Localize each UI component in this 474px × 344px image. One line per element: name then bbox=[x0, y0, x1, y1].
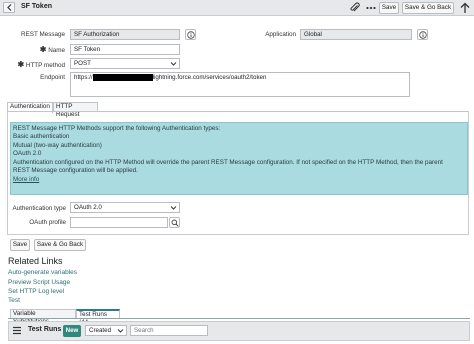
info-line: REST Message HTTP Methods support the fo… bbox=[13, 125, 221, 132]
test-runs-title: Test Runs bbox=[28, 326, 62, 333]
new-button[interactable]: New bbox=[63, 325, 81, 337]
oauth-profile-field[interactable] bbox=[70, 217, 168, 228]
application-label: Application bbox=[265, 31, 296, 38]
search-field-select[interactable]: Created bbox=[85, 325, 127, 336]
hamburger-menu-icon[interactable] bbox=[12, 326, 22, 335]
name-field[interactable]: SF Token bbox=[70, 44, 180, 55]
info-line: OAuth 2.0 bbox=[13, 150, 42, 158]
page-title: SF Token bbox=[21, 3, 52, 10]
http-method-select[interactable]: POST bbox=[70, 58, 180, 69]
required-icon: ✱ bbox=[17, 60, 25, 69]
endpoint-prefix: https:// bbox=[74, 74, 93, 81]
search-input[interactable] bbox=[130, 325, 208, 336]
required-icon: ✱ bbox=[39, 45, 47, 54]
application-info-button[interactable] bbox=[417, 29, 428, 40]
http-method-label-text: HTTP method bbox=[25, 62, 65, 69]
oauth-profile-lookup-button[interactable] bbox=[169, 217, 180, 228]
form-header: SF Token Save Save & Go Back bbox=[0, 0, 474, 16]
save-button[interactable]: Save bbox=[379, 2, 399, 14]
rest-message-field[interactable]: SF Authorization bbox=[70, 29, 180, 40]
http-method-value: POST bbox=[74, 60, 91, 67]
link-test[interactable]: Test bbox=[8, 297, 20, 304]
chevron-down-icon bbox=[170, 62, 177, 66]
info-icon bbox=[187, 31, 195, 39]
save-go-back-button[interactable]: Save & Go Back bbox=[402, 2, 454, 14]
search-icon bbox=[171, 219, 179, 227]
search-field-value: Created bbox=[89, 327, 112, 334]
more-info-link[interactable]: More info bbox=[13, 176, 465, 184]
arrow-up-icon[interactable] bbox=[459, 2, 471, 14]
authentication-type-select[interactable]: OAuth 2.0 bbox=[70, 202, 180, 213]
back-button[interactable] bbox=[3, 2, 15, 13]
info-line: Basic authentication bbox=[13, 133, 70, 141]
rest-message-label: REST Message bbox=[21, 31, 65, 38]
authentication-type-value: OAuth 2.0 bbox=[74, 204, 102, 211]
related-lists-divider bbox=[8, 318, 470, 319]
chevron-down-icon bbox=[117, 329, 124, 333]
save-button-bottom[interactable]: Save bbox=[10, 239, 30, 251]
endpoint-label: Endpoint bbox=[40, 74, 65, 81]
name-label: ✱ Name bbox=[8, 45, 65, 54]
name-label-text: Name bbox=[48, 47, 65, 54]
application-field[interactable]: Global bbox=[300, 29, 412, 40]
authentication-type-label: Authentication type bbox=[12, 205, 66, 212]
link-auto-generate-variables[interactable]: Auto-generate variables bbox=[8, 269, 77, 276]
rest-message-info-button[interactable] bbox=[185, 29, 196, 40]
link-set-http-log-level[interactable]: Set HTTP Log level bbox=[8, 288, 64, 295]
info-line: Authentication configured on the HTTP Me… bbox=[13, 158, 443, 166]
oauth-profile-label: OAuth profile bbox=[29, 219, 66, 226]
more-options-icon[interactable] bbox=[365, 2, 377, 14]
attachment-icon[interactable] bbox=[349, 2, 361, 14]
info-line: REST Message configuration will be appli… bbox=[13, 167, 138, 175]
http-method-label: ✱ HTTP method bbox=[8, 60, 65, 69]
endpoint-redacted bbox=[92, 73, 153, 81]
endpoint-suffix: lightning.force.com/services/oauth2/toke… bbox=[152, 74, 267, 81]
link-preview-script-usage[interactable]: Preview Script Usage bbox=[8, 279, 70, 286]
authentication-info-box: REST Message HTTP Methods support the fo… bbox=[10, 122, 468, 195]
related-links-title: Related Links bbox=[8, 256, 63, 266]
chevron-down-icon bbox=[170, 206, 177, 210]
info-icon bbox=[419, 31, 427, 39]
chevron-left-icon bbox=[7, 4, 12, 11]
save-go-back-button-bottom[interactable]: Save & Go Back bbox=[34, 239, 86, 251]
endpoint-field[interactable]: https:// lightning.force.com/services/oau… bbox=[70, 72, 410, 97]
info-line: Mutual (two-way authentication) bbox=[13, 141, 102, 149]
page-title-text: SF Token bbox=[21, 3, 52, 10]
